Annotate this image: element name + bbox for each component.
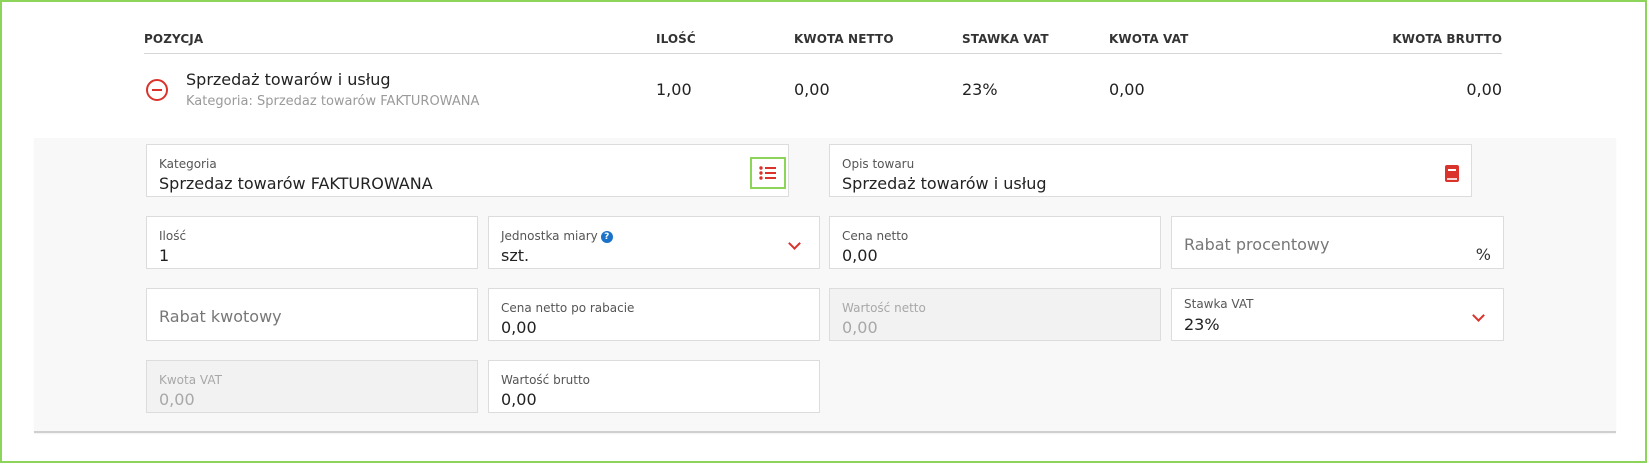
help-icon[interactable]: ? <box>600 231 613 243</box>
kwota-vat-field: Kwota VAT 0,00 <box>146 360 478 413</box>
jednostka-miary-select[interactable]: Jednostka miary? szt. <box>488 216 820 269</box>
cena-po-rabacie-label: Cena netto po rabacie <box>501 301 635 315</box>
cell-stawka-vat: 23% <box>962 80 998 99</box>
cell-kwota-vat: 0,00 <box>1109 80 1145 99</box>
rabat-procentowy-placeholder: Rabat procentowy <box>1184 235 1330 254</box>
kwota-vat-label: Kwota VAT <box>159 373 222 387</box>
wartosc-netto-label: Wartość netto <box>842 301 926 315</box>
table-row: Sprzedaż towarów i usług Kategoria: Sprz… <box>144 56 1502 128</box>
header-stawka-vat: STAWKA VAT <box>962 32 1049 46</box>
kategoria-value: Sprzedaz towarów FAKTUROWANA <box>159 174 433 193</box>
cell-kwota-netto: 0,00 <box>794 80 830 99</box>
jednostka-miary-label: Jednostka miary? <box>501 229 613 243</box>
wartosc-brutto-field[interactable]: Wartość brutto 0,00 <box>488 360 820 413</box>
rabat-kwotowy-placeholder: Rabat kwotowy <box>159 307 282 326</box>
header-kwota-brutto: KWOTA BRUTTO <box>1392 32 1502 46</box>
cena-po-rabacie-field[interactable]: Cena netto po rabacie 0,00 <box>488 288 820 341</box>
cell-ilosc: 1,00 <box>656 80 692 99</box>
header-kwota-netto: KWOTA NETTO <box>794 32 894 46</box>
item-category: Kategoria: Sprzedaz towarów FAKTUROWANA <box>186 94 480 109</box>
items-table-header: POZYCJA ILOŚĆ KWOTA NETTO STAWKA VAT KWO… <box>144 26 1502 54</box>
cena-netto-field[interactable]: Cena netto 0,00 <box>829 216 1161 269</box>
category-list-button[interactable] <box>750 157 786 189</box>
rabat-kwotowy-field[interactable]: Rabat kwotowy <box>146 288 478 341</box>
ilosc-field[interactable]: Ilość 1 <box>146 216 478 269</box>
minus-circle-icon[interactable] <box>146 79 168 101</box>
opis-towaru-label: Opis towaru <box>842 157 915 171</box>
list-icon <box>759 166 776 180</box>
stawka-vat-value: 23% <box>1184 315 1220 334</box>
cell-kwota-brutto: 0,00 <box>1466 80 1502 99</box>
wartosc-brutto-value: 0,00 <box>501 390 537 409</box>
stawka-vat-label: Stawka VAT <box>1184 297 1254 311</box>
kategoria-label: Kategoria <box>159 157 217 171</box>
cena-po-rabacie-value: 0,00 <box>501 318 537 337</box>
wartosc-netto-field: Wartość netto 0,00 <box>829 288 1161 341</box>
chevron-down-icon <box>1472 309 1485 322</box>
wartosc-netto-value: 0,00 <box>842 318 878 337</box>
item-edit-panel: Kategoria Sprzedaz towarów FAKTUROWANA O… <box>34 138 1616 433</box>
stawka-vat-select[interactable]: Stawka VAT 23% <box>1171 288 1504 341</box>
rabat-procentowy-field[interactable]: Rabat procentowy % <box>1171 216 1504 269</box>
ilosc-value: 1 <box>159 246 170 265</box>
kwota-vat-value: 0,00 <box>159 390 195 409</box>
cena-netto-value: 0,00 <box>842 246 878 265</box>
opis-towaru-field[interactable]: Opis towaru Sprzedaż towarów i usług <box>829 144 1472 197</box>
percent-suffix: % <box>1475 245 1491 264</box>
jednostka-miary-value: szt. <box>501 246 530 265</box>
book-icon[interactable] <box>1445 165 1459 182</box>
ilosc-label: Ilość <box>159 229 187 243</box>
opis-towaru-value: Sprzedaż towarów i usług <box>842 174 1047 193</box>
invoice-item-frame: POZYCJA ILOŚĆ KWOTA NETTO STAWKA VAT KWO… <box>0 0 1647 463</box>
chevron-down-icon <box>788 237 801 250</box>
wartosc-brutto-label: Wartość brutto <box>501 373 591 387</box>
header-pozycja: POZYCJA <box>144 32 204 46</box>
item-name: Sprzedaż towarów i usług <box>186 70 391 89</box>
cena-netto-label: Cena netto <box>842 229 909 243</box>
header-ilosc: ILOŚĆ <box>656 32 696 46</box>
header-kwota-vat: KWOTA VAT <box>1109 32 1189 46</box>
kategoria-field[interactable]: Kategoria Sprzedaz towarów FAKTUROWANA <box>146 144 789 197</box>
